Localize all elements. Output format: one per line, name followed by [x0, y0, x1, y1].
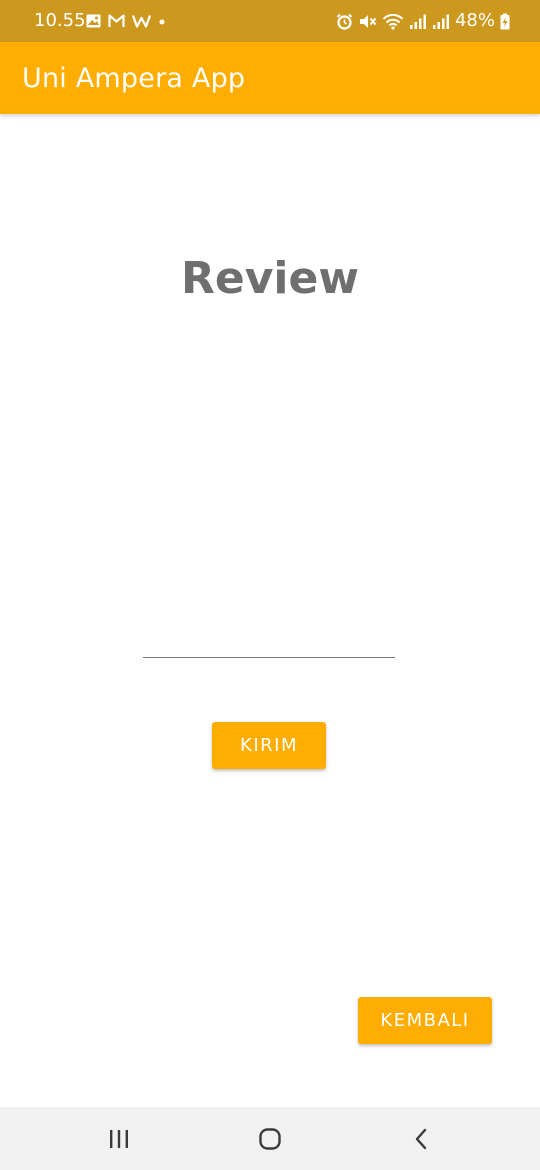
home-button[interactable] — [250, 1119, 290, 1159]
status-bar: 10.55 48% — [0, 0, 540, 42]
home-icon — [259, 1128, 281, 1150]
battery-charging-icon — [500, 13, 510, 29]
signal-icon — [409, 14, 426, 29]
review-input[interactable] — [143, 624, 395, 658]
mute-icon — [359, 14, 377, 28]
status-notification-icons — [86, 12, 166, 30]
back-icon — [415, 1128, 427, 1150]
recent-apps-icon — [110, 1130, 128, 1148]
dot-icon — [159, 19, 165, 25]
image-icon — [86, 14, 101, 28]
recent-apps-button[interactable] — [99, 1119, 139, 1159]
app-bar: Uni Ampera App — [0, 42, 540, 114]
page-title: Review — [181, 253, 359, 304]
gmail-icon — [108, 14, 125, 27]
signal-icon — [432, 14, 449, 29]
status-time: 10.55 — [34, 10, 86, 31]
alarm-icon — [336, 13, 353, 30]
status-system-icons: 48% — [336, 10, 510, 32]
navigation-bar — [0, 1107, 540, 1170]
back-button[interactable]: KEMBALI — [358, 997, 492, 1044]
battery-level: 48% — [454, 10, 495, 31]
submit-button[interactable]: KIRIM — [212, 722, 326, 769]
app-title: Uni Ampera App — [22, 63, 246, 94]
back-nav-button[interactable] — [401, 1119, 441, 1159]
w-app-icon — [132, 15, 151, 28]
wifi-icon — [382, 13, 404, 30]
